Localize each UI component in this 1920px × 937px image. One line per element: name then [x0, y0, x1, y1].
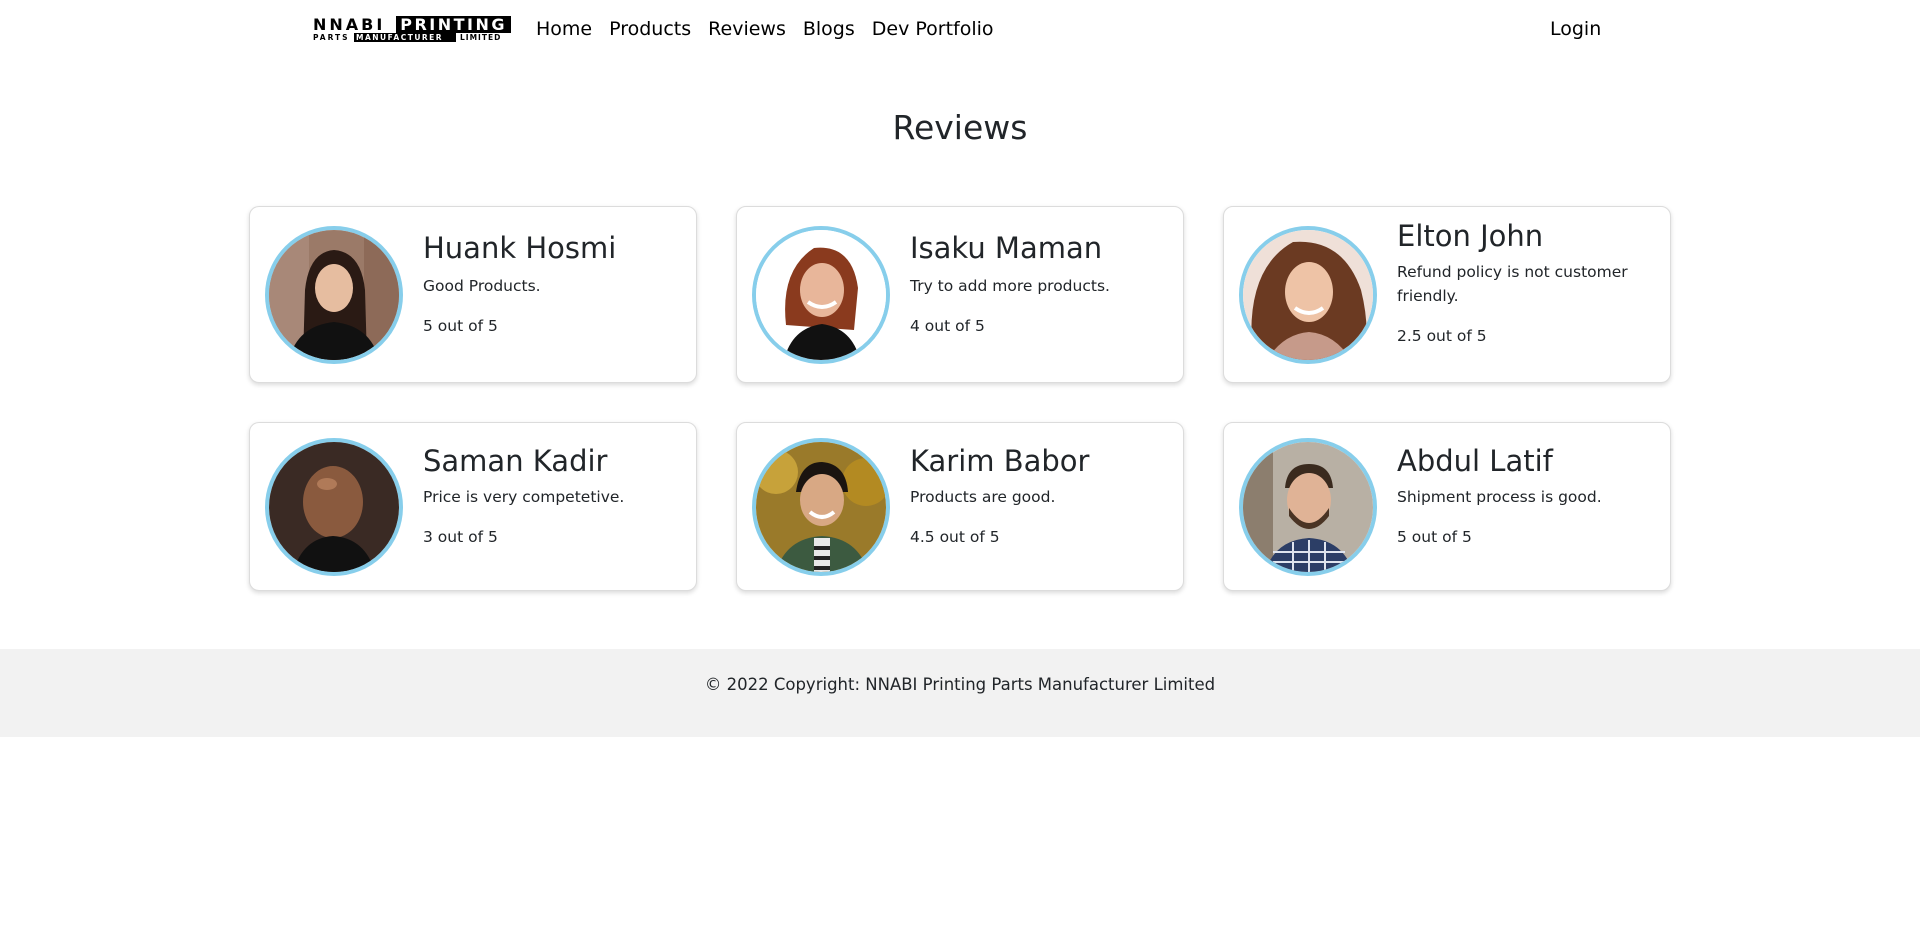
page-title: Reviews [892, 108, 1028, 147]
logo-word-parts: PARTS [313, 33, 350, 42]
nav-reviews-link[interactable]: Reviews [708, 16, 786, 42]
reviewer-avatar [265, 438, 403, 576]
review-rating: 5 out of 5 [1397, 528, 1472, 546]
reviewer-name: Karim Babor [910, 444, 1090, 478]
review-rating: 2.5 out of 5 [1397, 327, 1487, 345]
review-text: Price is very competetive. [423, 488, 625, 506]
review-rating: 4 out of 5 [910, 317, 985, 335]
review-card: Huank Hosmi Good Products. 5 out of 5 [249, 206, 697, 383]
woman-redhead-photo-icon [756, 230, 886, 360]
review-card: Abdul Latif Shipment process is good. 5 … [1223, 422, 1671, 591]
review-card: Saman Kadir Price is very competetive. 3… [249, 422, 697, 591]
footer: © 2022 Copyright: NNABI Printing Parts M… [0, 649, 1920, 737]
navbar: NNABI PRINTING PARTS MANUFACTURER LIMITE… [0, 0, 1920, 58]
man-beard-photo-icon [1243, 442, 1373, 572]
review-card: Isaku Maman Try to add more products. 4 … [736, 206, 1184, 383]
logo-word-manufacturer: MANUFACTURER [354, 33, 456, 42]
nav-dev-portfolio-link[interactable]: Dev Portfolio [872, 16, 994, 42]
man-smiling-photo-icon [756, 442, 886, 572]
review-text: Try to add more products. [910, 277, 1110, 295]
main-nav: Home Products Reviews Blogs Dev Portfoli… [536, 16, 1011, 42]
logo-word-printing: PRINTING [396, 16, 511, 33]
reviewer-name: Isaku Maman [910, 231, 1103, 265]
reviewer-avatar [752, 438, 890, 576]
reviewer-name: Saman Kadir [423, 444, 608, 478]
review-rating: 5 out of 5 [423, 317, 498, 335]
review-card: Elton John Refund policy is not customer… [1223, 206, 1671, 383]
review-card: Karim Babor Products are good. 4.5 out o… [736, 422, 1184, 591]
man-bald-photo-icon [269, 442, 399, 572]
nav-home-link[interactable]: Home [536, 16, 592, 42]
reviewer-name: Huank Hosmi [423, 231, 617, 265]
reviewer-avatar [1239, 226, 1377, 364]
reviewer-name: Abdul Latif [1397, 444, 1553, 478]
logo-word-nnabi: NNABI [313, 15, 386, 34]
review-text: Good Products. [423, 277, 541, 295]
login-link[interactable]: Login [1550, 16, 1601, 42]
nav-blogs-link[interactable]: Blogs [803, 16, 855, 42]
reviewer-avatar [1239, 438, 1377, 576]
review-text: Products are good. [910, 488, 1056, 506]
reviewer-avatar [752, 226, 890, 364]
reviewer-name: Elton John [1397, 219, 1544, 253]
review-text: Refund policy is not customer friendly. [1397, 263, 1628, 305]
woman-brunette-photo-icon [269, 230, 399, 360]
review-text: Shipment process is good. [1397, 488, 1602, 506]
reviewer-avatar [265, 226, 403, 364]
woman-curly-hair-photo-icon [1243, 230, 1373, 360]
nav-products-link[interactable]: Products [609, 16, 691, 42]
brand-logo[interactable]: NNABI PRINTING PARTS MANUFACTURER LIMITE… [313, 16, 511, 42]
review-rating: 4.5 out of 5 [910, 528, 1000, 546]
review-rating: 3 out of 5 [423, 528, 498, 546]
footer-copyright: © 2022 Copyright: NNABI Printing Parts M… [704, 675, 1216, 694]
logo-word-limited: LIMITED [460, 33, 502, 42]
